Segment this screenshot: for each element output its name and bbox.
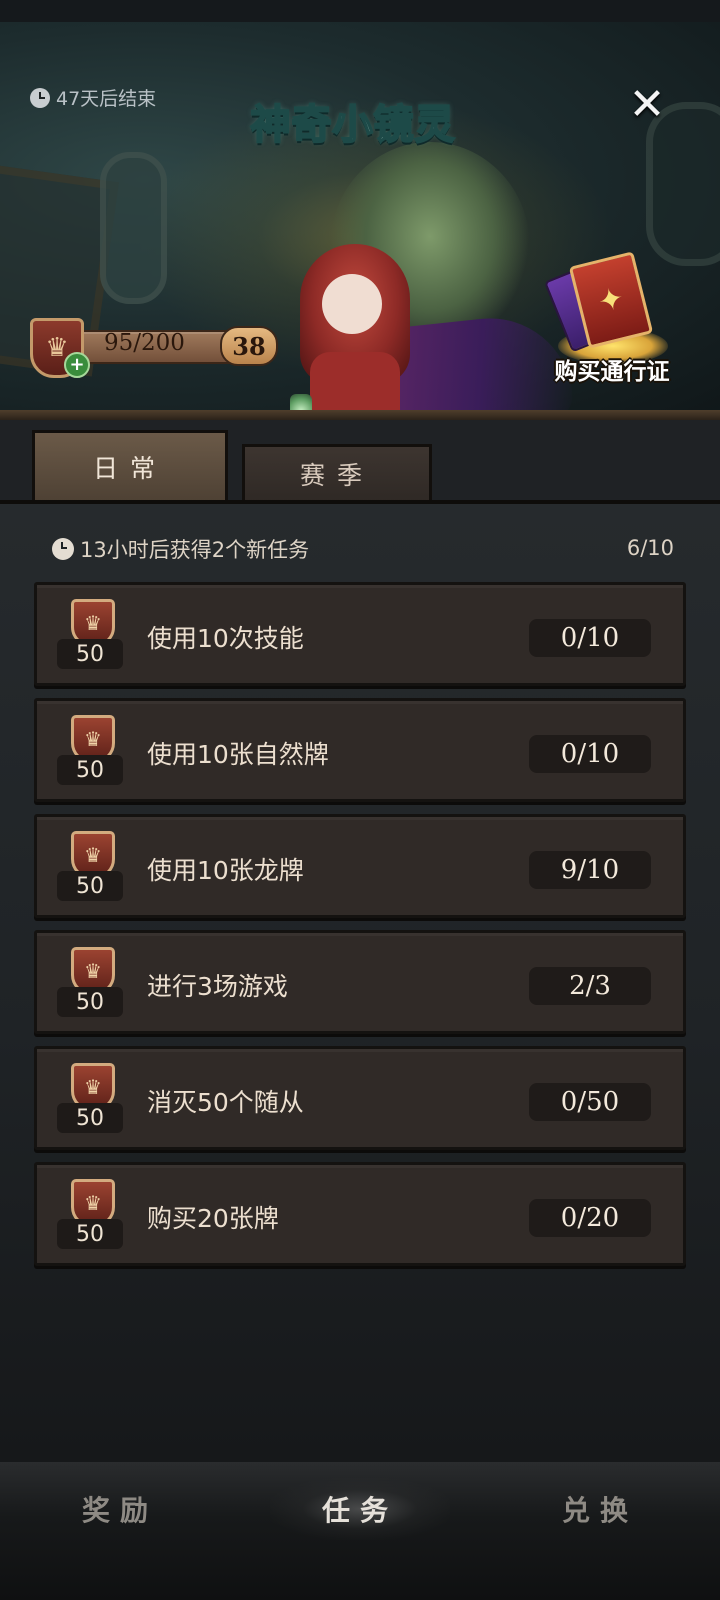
task-description: 使用10张自然牌 <box>147 740 329 769</box>
task-count: 6/10 <box>626 536 674 560</box>
pass-progress: 95/200 38 ♛ + <box>30 318 280 378</box>
task-description: 使用10次技能 <box>147 624 304 653</box>
buy-pass-button[interactable]: ✦ 购买通行证 <box>543 251 678 398</box>
task-description: 消灭50个随从 <box>147 1088 304 1117</box>
tab-bar: 日常 赛季 <box>0 420 720 504</box>
task-item[interactable]: ♛ 50 消灭50个随从 0/50 <box>34 1046 686 1150</box>
close-button[interactable]: ✕ <box>626 79 668 130</box>
event-timer: 47天后结束 <box>30 84 156 111</box>
status-strip <box>0 0 720 22</box>
nav-rewards[interactable]: 奖励 <box>30 1478 210 1540</box>
task-item[interactable]: ♛ 50 使用10次技能 0/10 <box>34 582 686 686</box>
progress-text: 95/200 <box>104 330 185 356</box>
task-reward: 50 <box>57 1103 123 1133</box>
task-progress: 9/10 <box>529 851 651 889</box>
task-progress: 0/50 <box>529 1083 651 1121</box>
event-timer-text: 47天后结束 <box>56 88 157 110</box>
task-item[interactable]: ♛ 50 进行3场游戏 2/3 <box>34 930 686 1034</box>
crown-icon: ♛ <box>84 727 102 751</box>
character-body-art <box>310 352 400 416</box>
task-progress: 2/3 <box>529 967 651 1005</box>
decor-mirror-left <box>100 152 167 304</box>
task-description: 购买20张牌 <box>147 1204 279 1233</box>
task-item[interactable]: ♛ 50 使用10张龙牌 9/10 <box>34 814 686 918</box>
close-icon: ✕ <box>628 79 666 130</box>
clock-icon <box>30 87 50 108</box>
buy-pass-label: 购买通行证 <box>554 359 670 385</box>
task-reward: 50 <box>57 639 123 669</box>
star-icon: ✦ <box>594 279 628 321</box>
nav-exchange[interactable]: 兑换 <box>510 1478 690 1540</box>
task-item[interactable]: ♛ 50 使用10张自然牌 0/10 <box>34 698 686 802</box>
clock-icon <box>52 538 74 560</box>
nav-tasks[interactable]: 任务 <box>270 1478 450 1540</box>
task-reward: 50 <box>57 1219 123 1249</box>
crown-icon: ♛ <box>84 843 102 867</box>
task-list: ♛ 50 使用10次技能 0/10 ♛ 50 使用10张自然牌 0/10 ♛ 5… <box>34 582 686 1278</box>
tab-daily[interactable]: 日常 <box>32 430 228 504</box>
task-reward: 50 <box>57 987 123 1017</box>
crown-icon: ♛ <box>84 611 102 635</box>
crown-icon: ♛ <box>84 1075 102 1099</box>
crown-icon: ♛ <box>84 959 102 983</box>
task-item[interactable]: ♛ 50 购买20张牌 0/20 <box>34 1162 686 1266</box>
crown-icon: ♛ <box>84 1191 102 1215</box>
task-refresh-info: 13小时后获得2个新任务 <box>52 534 309 564</box>
tab-season[interactable]: 赛季 <box>242 444 432 504</box>
task-progress: 0/20 <box>529 1199 651 1237</box>
task-progress: 0/10 <box>529 735 651 773</box>
event-logo: 神奇小镜灵 <box>250 100 456 149</box>
task-progress: 0/10 <box>529 619 651 657</box>
task-description: 进行3场游戏 <box>147 972 288 1001</box>
bottom-nav: 奖励 任务 兑换 <box>0 1462 720 1600</box>
level-badge: 38 <box>220 326 278 366</box>
task-description: 使用10张龙牌 <box>147 856 304 885</box>
level-value: 38 <box>232 331 266 361</box>
add-points-button[interactable]: + <box>64 352 90 378</box>
task-refresh-text: 13小时后获得2个新任务 <box>80 538 310 562</box>
task-reward: 50 <box>57 755 123 785</box>
character-face-art <box>322 274 382 334</box>
task-reward: 50 <box>57 871 123 901</box>
